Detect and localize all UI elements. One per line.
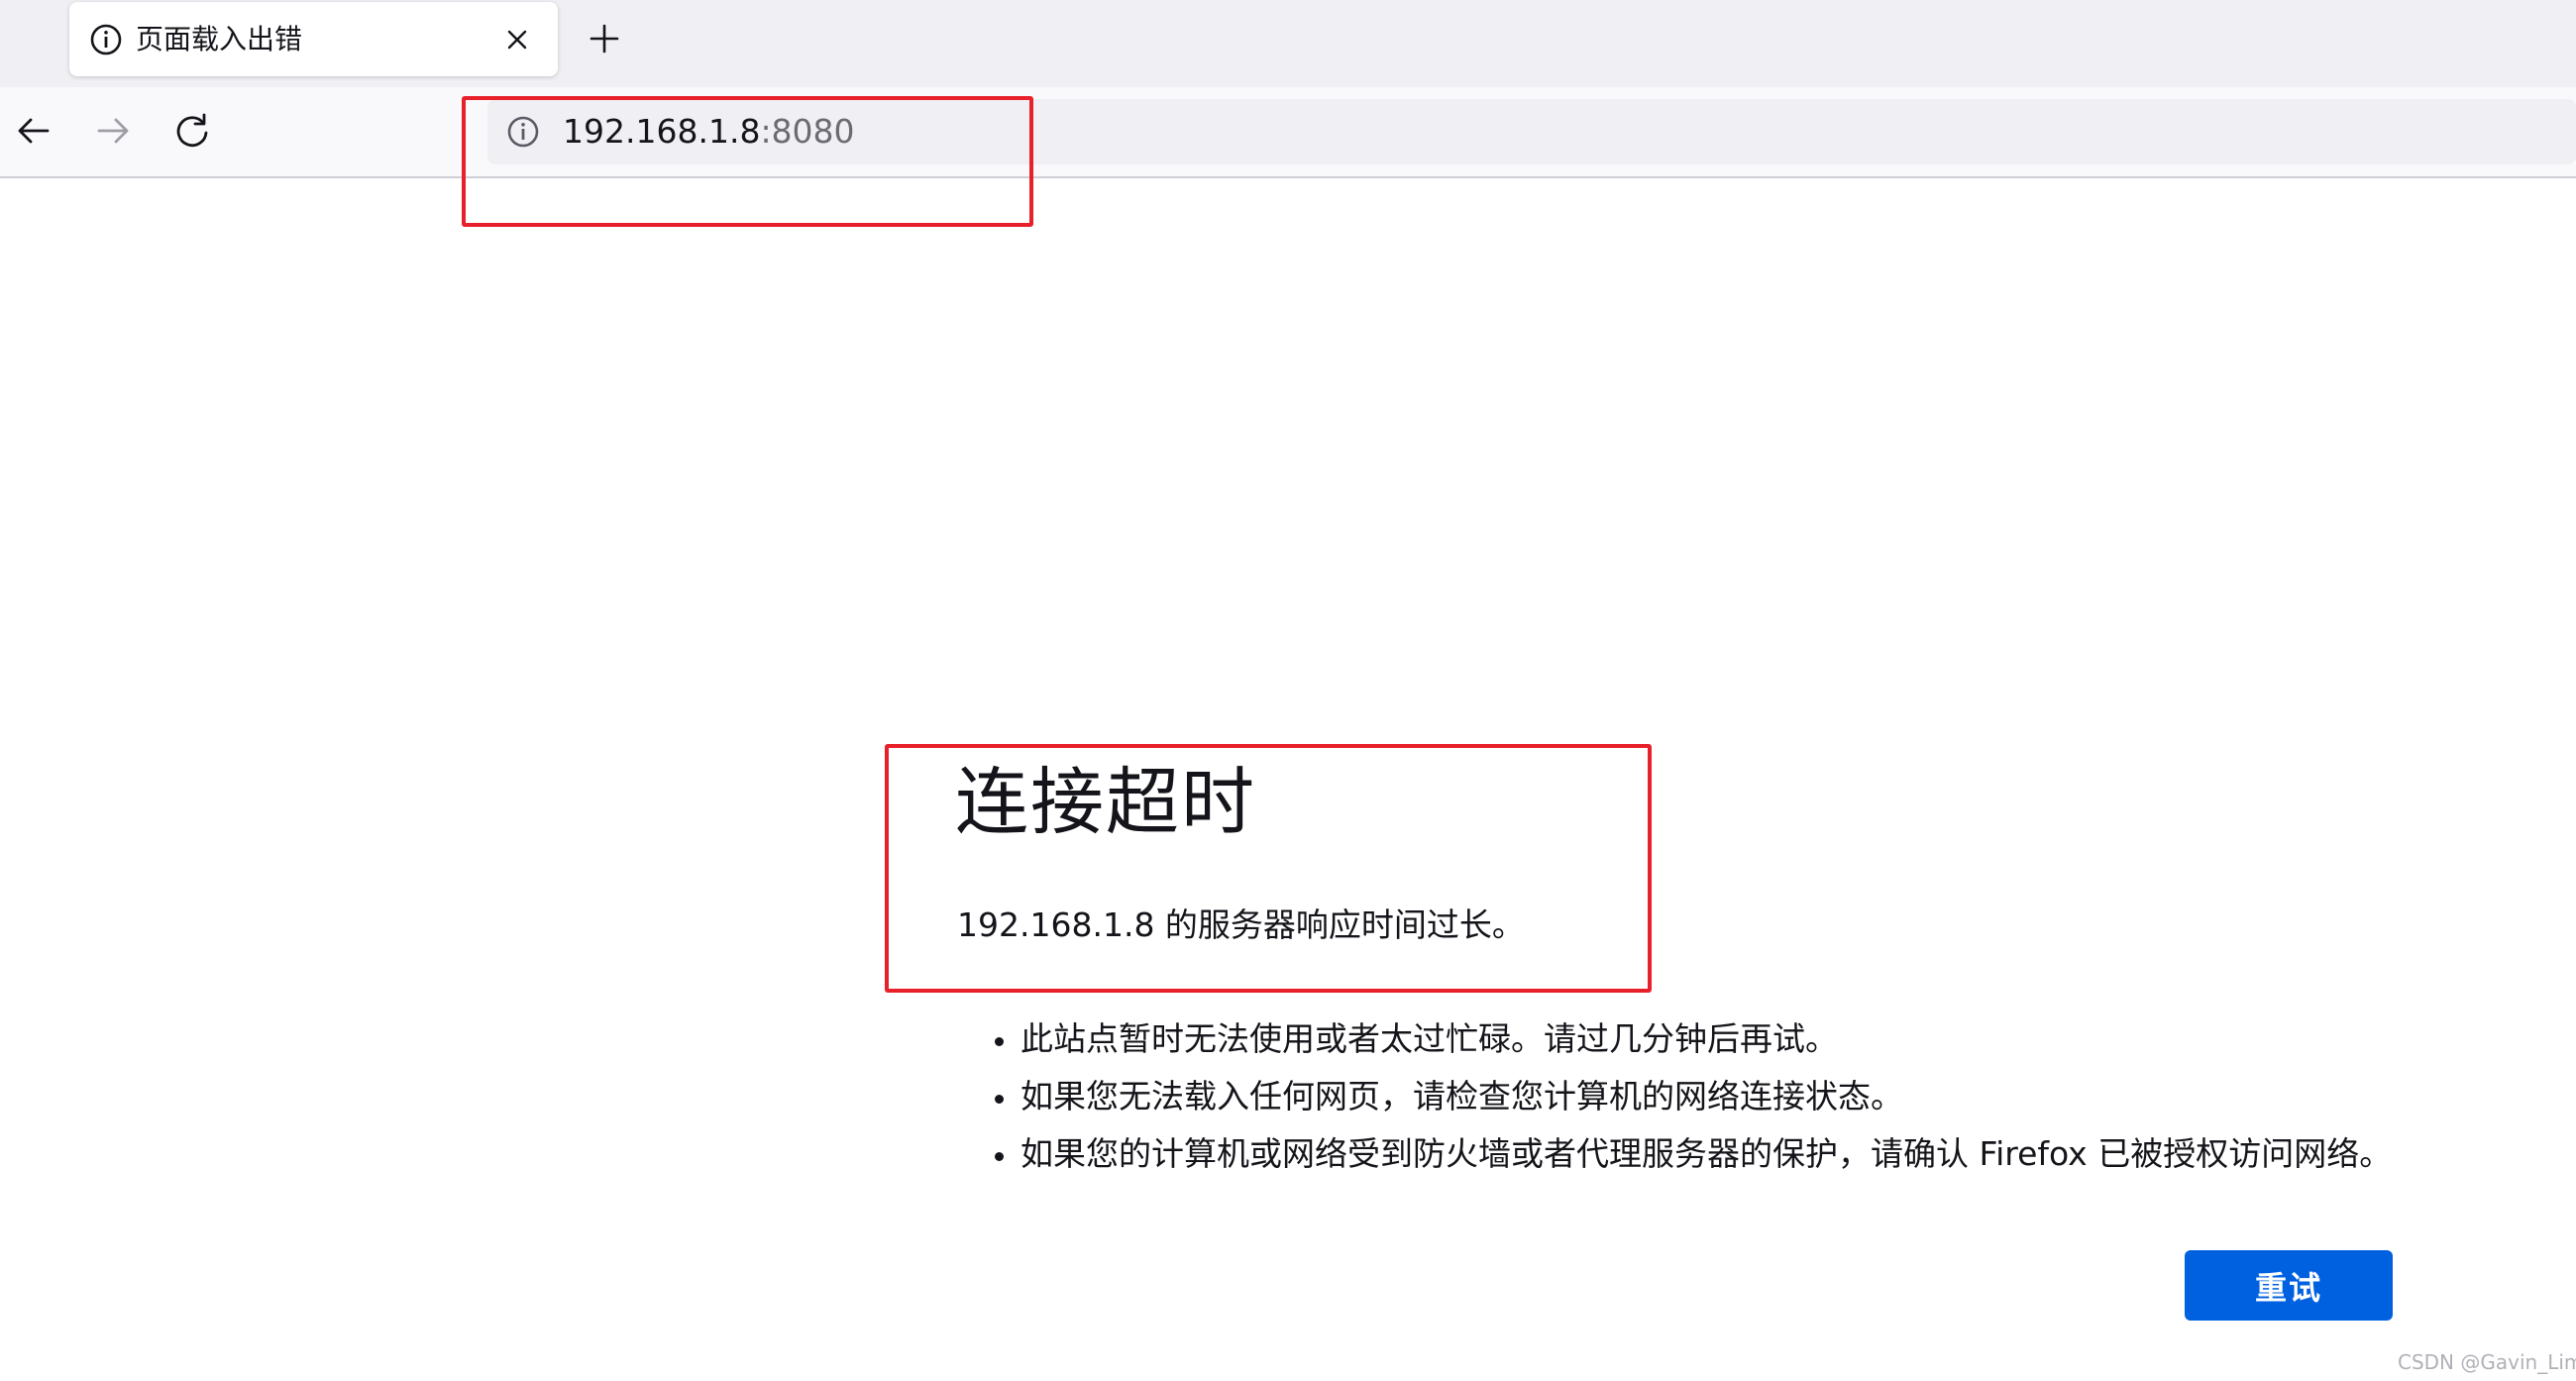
list-item: 如果您无法载入任何网页，请检查您计算机的网络连接状态。 (991, 1068, 2392, 1125)
watermark: CSDN @Gavin_Lim (2398, 1350, 2576, 1374)
close-icon[interactable] (503, 26, 531, 53)
plus-icon[interactable] (587, 21, 622, 56)
error-suggestions: 此站点暂时无法使用或者太过忙碌。请过几分钟后再试。 如果您无法载入任何网页，请检… (991, 1010, 2392, 1183)
error-description: 192.168.1.8 的服务器响应时间过长。 (957, 905, 1525, 944)
arrow-left-icon[interactable] (14, 111, 54, 151)
tab-strip: 页面载入出错 (0, 0, 2576, 87)
list-item: 此站点暂时无法使用或者太过忙碌。请过几分钟后再试。 (991, 1010, 2392, 1068)
tab-title: 页面载入出错 (136, 23, 303, 55)
browser-window: 页面载入出错 192.168.1.8:8080 连接超时 192.168.1.8… (0, 0, 2576, 1381)
info-icon (90, 24, 122, 55)
nav-bar: 192.168.1.8:8080 (0, 87, 2576, 178)
retry-button[interactable]: 重试 (2185, 1250, 2393, 1321)
reload-icon[interactable] (172, 111, 212, 151)
error-title: 连接超时 (955, 760, 1256, 845)
list-item: 如果您的计算机或网络受到防火墙或者代理服务器的保护，请确认 Firefox 已被… (991, 1125, 2392, 1183)
tab-active[interactable]: 页面载入出错 (69, 2, 558, 76)
highlight-box-url (462, 96, 1033, 227)
arrow-right-icon[interactable] (93, 111, 133, 151)
